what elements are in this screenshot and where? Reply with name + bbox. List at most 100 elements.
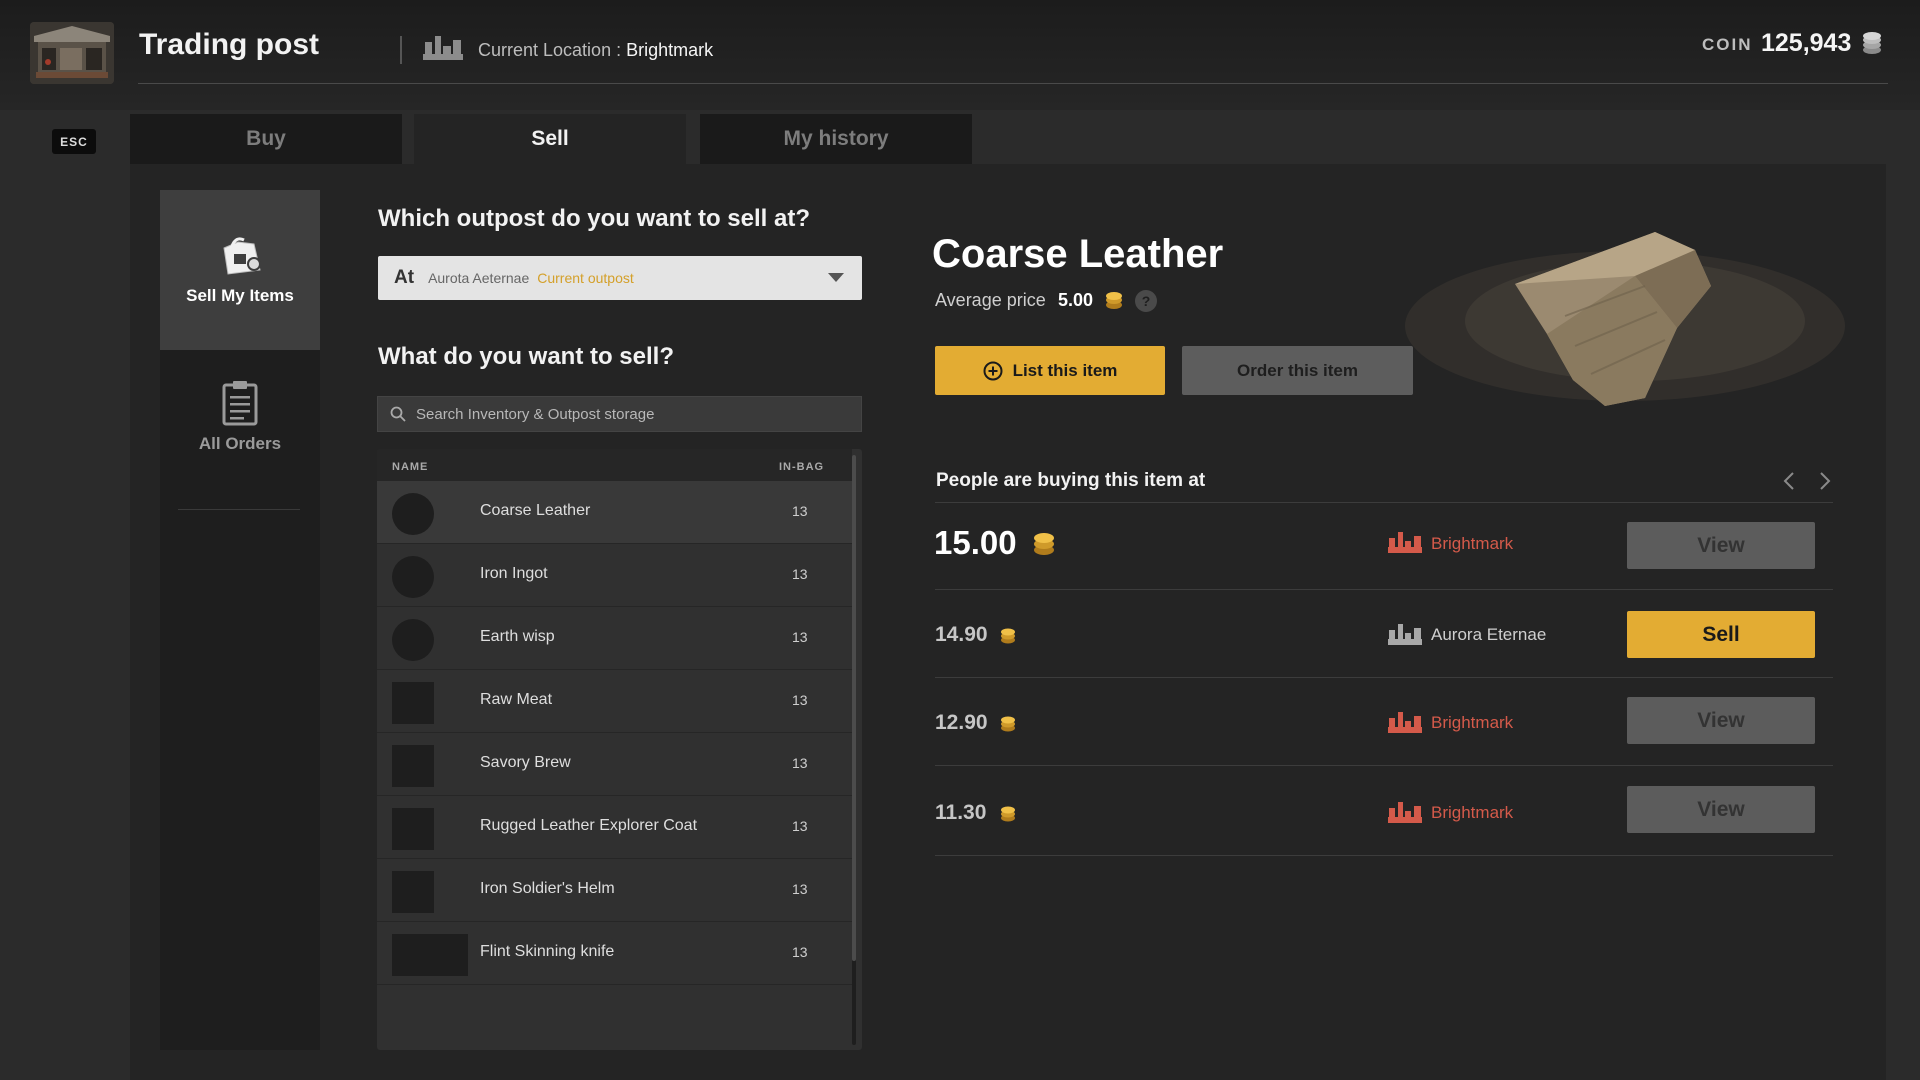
item-count: 13 <box>792 503 808 519</box>
sidebar-item-sell-my-items[interactable]: Sell My Items <box>160 190 320 350</box>
coin-balance: 125,943 <box>1761 29 1852 57</box>
item-name: Iron Ingot <box>480 565 548 582</box>
average-price-label: Average price <box>935 290 1046 310</box>
tab-my-history[interactable]: My history <box>700 114 972 164</box>
search-input[interactable] <box>414 404 838 424</box>
sell-question: What do you want to sell? <box>378 343 674 370</box>
offer-location: Aurora Eternae <box>1431 625 1547 644</box>
clipboard-icon <box>222 381 258 426</box>
inventory-row[interactable]: Savory Brew 13 <box>377 733 852 796</box>
offer-location: Brightmark <box>1431 713 1514 732</box>
header-rule <box>138 83 1888 84</box>
outpost-icon <box>1388 802 1422 823</box>
average-price-value: 5.00 <box>1058 290 1094 310</box>
help-icon[interactable]: ? <box>1135 290 1157 312</box>
outpost-selected: Aurota Aeternae <box>428 270 530 286</box>
order-item-button[interactable]: Order this item <box>1182 346 1413 395</box>
sell-button[interactable]: Sell <box>1627 611 1815 658</box>
item-thumbnail <box>392 871 434 913</box>
item-name: Raw Meat <box>480 691 553 708</box>
inventory-row[interactable]: Flint Skinning knife 13 <box>377 922 852 985</box>
item-thumbnail <box>392 745 434 787</box>
inventory-header: NAME IN-BAG <box>377 449 852 481</box>
sidebar-item-label: All Orders <box>198 434 282 453</box>
item-count: 13 <box>792 755 808 771</box>
outpost-icon <box>1388 532 1422 553</box>
chevron-down-icon <box>828 273 844 282</box>
item-name: Coarse Leather <box>480 502 591 519</box>
divider <box>935 765 1833 766</box>
inventory-row[interactable]: Rugged Leather Explorer Coat 13 <box>377 796 852 859</box>
view-button[interactable]: View <box>1627 786 1815 833</box>
list-item-button[interactable]: List this item <box>935 346 1165 395</box>
inventory-row[interactable]: Iron Soldier's Helm 13 <box>377 859 852 922</box>
inventory-row[interactable]: Earth wisp 13 <box>377 607 852 670</box>
sidebar-item-all-orders[interactable]: All Orders <box>160 380 320 500</box>
sidebar: Sell My Items All Orders <box>160 190 320 1050</box>
tab-sell[interactable]: Sell <box>414 114 686 164</box>
item-thumbnail <box>392 556 434 598</box>
trading-post-logo <box>30 22 114 84</box>
gold-coin-icon <box>1001 806 1015 822</box>
divider <box>935 589 1833 590</box>
current-location-value: Brightmark <box>626 40 714 60</box>
sidebar-divider <box>178 509 300 510</box>
tab-buy[interactable]: Buy <box>130 114 402 164</box>
item-thumbnail <box>392 493 434 535</box>
search-icon <box>390 406 406 422</box>
bag-icon <box>223 237 261 275</box>
header-divider <box>400 36 402 64</box>
item-count: 13 <box>792 944 808 960</box>
list-item-label: List this item <box>1012 360 1118 380</box>
offer-price: 11.30 <box>935 801 987 824</box>
offer-location: Brightmark <box>1431 534 1514 553</box>
coarse-leather-image <box>1405 232 1845 406</box>
outpost-select[interactable]: At Aurota Aeternae Current outpost <box>378 256 862 300</box>
page-title: Trading post <box>139 28 319 61</box>
buy-orders-title: People are buying this item at <box>936 470 1206 491</box>
item-count: 13 <box>792 818 808 834</box>
current-outpost-badge: Current outpost <box>537 270 634 286</box>
view-button[interactable]: View <box>1627 697 1815 744</box>
item-title: Coarse Leather <box>932 232 1224 276</box>
outpost-icon <box>1388 712 1422 733</box>
sidebar-item-label: Sell My Items <box>186 286 294 305</box>
divider <box>935 855 1833 856</box>
chevron-left-icon[interactable] <box>1782 470 1796 492</box>
top-bar: Trading post Current Location : Brightma… <box>0 0 1920 110</box>
gold-coin-icon <box>1034 533 1054 555</box>
item-thumbnail <box>392 619 434 661</box>
item-name: Flint Skinning knife <box>480 943 615 960</box>
scrollbar-thumb[interactable] <box>852 455 856 961</box>
gold-coin-icon <box>1001 716 1015 732</box>
plus-circle-icon <box>983 361 1003 380</box>
item-count: 13 <box>792 629 808 645</box>
item-name: Earth wisp <box>480 628 555 645</box>
outpost-question: Which outpost do you want to sell at? <box>378 205 810 232</box>
offer-price: 12.90 <box>935 711 988 734</box>
coin-label: COIN <box>1702 35 1753 54</box>
item-thumbnail <box>392 682 434 724</box>
current-location: Current Location : Brightmark <box>478 40 714 60</box>
offer-price: 14.90 <box>935 623 988 646</box>
inventory-list: NAME IN-BAG Coarse Leather 13 Iron Ingot… <box>377 449 862 1050</box>
gold-coin-icon <box>1106 292 1122 309</box>
inventory-row[interactable]: Iron Ingot 13 <box>377 544 852 607</box>
view-button[interactable]: View <box>1627 522 1815 569</box>
inventory-row[interactable]: Coarse Leather 13 <box>377 481 852 544</box>
inventory-row[interactable]: Raw Meat 13 <box>377 670 852 733</box>
item-thumbnail <box>392 808 434 850</box>
item-thumbnail <box>392 934 468 976</box>
inventory-scrollbar[interactable] <box>852 455 856 1045</box>
outpost-prefix: At <box>394 267 415 288</box>
item-count: 13 <box>792 566 808 582</box>
item-count: 13 <box>792 692 808 708</box>
chevron-right-icon[interactable] <box>1818 470 1832 492</box>
offer-price: 15.00 <box>934 524 1017 561</box>
offer-location: Brightmark <box>1431 803 1514 822</box>
gold-coin-icon <box>1001 628 1015 644</box>
divider <box>935 677 1833 678</box>
item-name: Rugged Leather Explorer Coat <box>480 817 698 834</box>
search-box <box>377 396 862 432</box>
esc-button[interactable]: ESC <box>52 129 96 154</box>
